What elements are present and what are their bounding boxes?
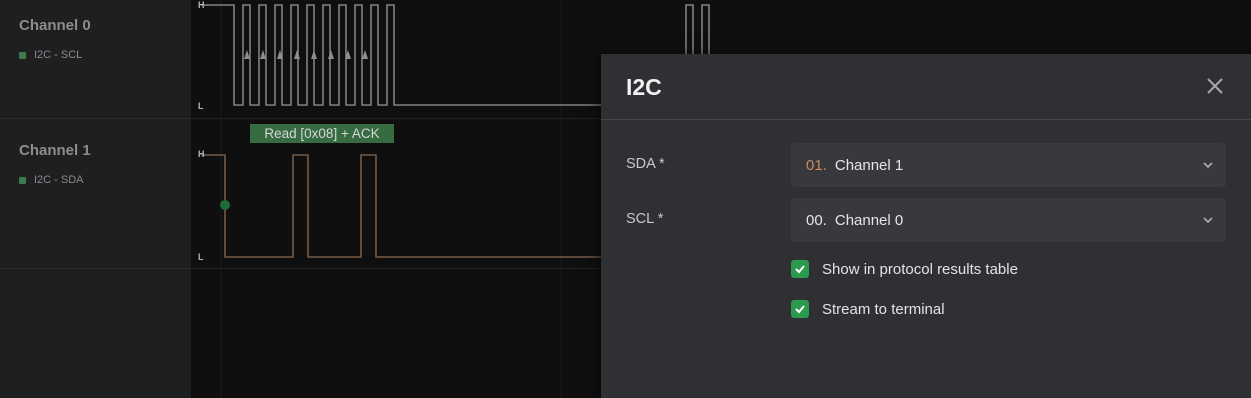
channel-signal: I2C - SCL xyxy=(19,49,82,61)
channel-sidebar: Channel 0 I2C - SCL Channel 1 I2C - SDA xyxy=(0,0,191,398)
channel-signal: I2C - SDA xyxy=(19,174,84,186)
channel-row-1[interactable]: Channel 1 I2C - SDA xyxy=(0,119,191,269)
sda-channel-number: 01. xyxy=(806,156,827,174)
scl-channel-select[interactable]: 00. Channel 0 xyxy=(791,198,1226,242)
high-level-marker: H xyxy=(198,0,205,10)
channel-color-dot xyxy=(19,51,26,59)
low-level-marker: L xyxy=(198,252,204,262)
channel-name: Channel 1 xyxy=(19,142,91,159)
sda-channel-value: Channel 1 xyxy=(834,156,904,174)
stream-to-terminal-option[interactable]: Stream to terminal xyxy=(791,300,945,318)
channel-color-dot xyxy=(19,176,26,184)
i2c-settings-panel: I2C SDA * 01. Channel 1 SCL * 00. Channe… xyxy=(601,54,1251,398)
scl-channel-value: Channel 0 xyxy=(834,211,904,229)
sda-waveform xyxy=(201,154,601,258)
channel-signal-label: I2C - SCL xyxy=(34,49,83,61)
stream-to-terminal-label: Stream to terminal xyxy=(822,300,945,318)
chevron-down-icon xyxy=(1203,217,1213,224)
sda-field-label: SDA * xyxy=(626,156,665,172)
panel-divider xyxy=(601,119,1251,120)
high-level-marker: H xyxy=(198,149,205,159)
rising-edge-markers xyxy=(244,50,368,59)
i2c-decode-label[interactable]: Read [0x08] + ACK xyxy=(250,124,394,143)
close-button[interactable] xyxy=(1205,76,1225,96)
close-icon xyxy=(1207,78,1223,94)
channel-name: Channel 0 xyxy=(19,17,91,34)
channel-row-0[interactable]: Channel 0 I2C - SCL xyxy=(0,0,191,119)
checkmark-icon xyxy=(795,305,805,314)
stream-to-terminal-checkbox[interactable] xyxy=(791,300,809,318)
show-in-results-label: Show in protocol results table xyxy=(822,260,1018,278)
channel-signal-label: I2C - SDA xyxy=(34,174,84,186)
low-level-marker: L xyxy=(198,101,204,111)
chevron-down-icon xyxy=(1203,162,1213,169)
show-in-results-option[interactable]: Show in protocol results table xyxy=(791,260,1018,278)
scl-channel-number: 00. xyxy=(806,211,827,229)
scl-field-label: SCL * xyxy=(626,211,664,227)
checkmark-icon xyxy=(795,265,805,274)
sda-channel-select[interactable]: 01. Channel 1 xyxy=(791,143,1226,187)
panel-title: I2C xyxy=(626,74,662,100)
show-in-results-checkbox[interactable] xyxy=(791,260,809,278)
